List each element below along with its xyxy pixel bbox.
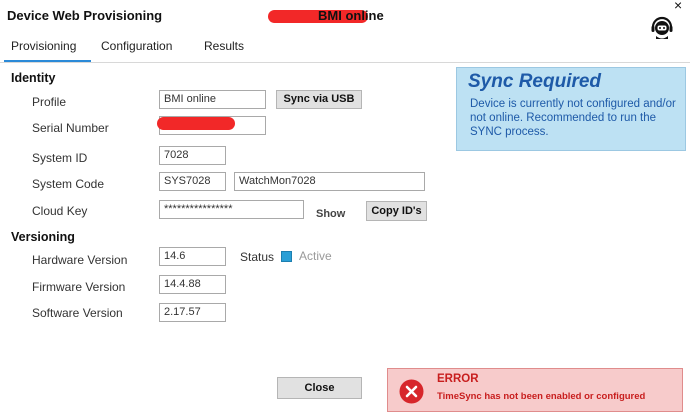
tab-results[interactable]: Results	[204, 39, 244, 53]
tab-configuration[interactable]: Configuration	[101, 39, 172, 53]
serial-number-label: Serial Number	[32, 121, 109, 135]
error-title: ERROR	[437, 373, 479, 385]
profile-label: Profile	[32, 95, 67, 109]
system-id-field[interactable]: 7028	[159, 146, 226, 165]
copy-ids-button[interactable]: Copy ID's	[366, 201, 427, 221]
hardware-version-field[interactable]: 14.6	[159, 247, 226, 266]
device-name-text: BMI online	[318, 8, 384, 23]
software-version-field[interactable]: 2.17.57	[159, 303, 226, 322]
tab-divider	[0, 62, 690, 63]
system-code-field[interactable]: SYS7028	[159, 172, 226, 191]
sync-required-message: Device is currently not configured and/o…	[470, 98, 676, 138]
cloud-key-field[interactable]: ****************	[159, 200, 304, 219]
identity-heading: Identity	[11, 71, 56, 85]
error-panel: ERROR TimeSync has not been enabled or c…	[387, 368, 683, 412]
profile-field[interactable]: BMI online	[159, 90, 266, 109]
close-window-icon[interactable]: ×	[674, 0, 682, 13]
status-indicator	[281, 251, 292, 262]
system-name-field[interactable]: WatchMon7028	[234, 172, 425, 191]
system-id-label: System ID	[32, 151, 88, 165]
tab-provisioning[interactable]: Provisioning	[11, 39, 76, 53]
show-cloud-key-toggle[interactable]: Show	[316, 208, 345, 220]
cloud-key-label: Cloud Key	[32, 204, 88, 218]
versioning-heading: Versioning	[11, 230, 75, 244]
sync-required-title: Sync Required	[468, 71, 602, 92]
device-web-provisioning-window: Device Web Provisioning BMI online × Pro…	[0, 0, 690, 414]
status-value: Active	[299, 249, 332, 263]
serial-redaction-mark	[157, 117, 235, 130]
window-title: Device Web Provisioning	[7, 8, 163, 23]
hardware-version-label: Hardware Version	[32, 253, 128, 267]
close-button[interactable]: Close	[277, 377, 362, 399]
system-code-label: System Code	[32, 177, 105, 191]
firmware-version-field[interactable]: 14.4.88	[159, 275, 226, 294]
device-name: BMI online	[268, 8, 472, 26]
sync-required-panel: Sync Required Device is currently not co…	[456, 67, 686, 151]
error-icon	[399, 379, 424, 404]
tab-bar: Provisioning Configuration Results	[0, 38, 690, 62]
firmware-version-label: Firmware Version	[32, 280, 126, 294]
software-version-label: Software Version	[32, 306, 123, 320]
status-label: Status	[240, 250, 275, 264]
sync-via-usb-button[interactable]: Sync via USB	[276, 90, 362, 109]
error-message: TimeSync has not been enabled or configu…	[437, 391, 646, 402]
